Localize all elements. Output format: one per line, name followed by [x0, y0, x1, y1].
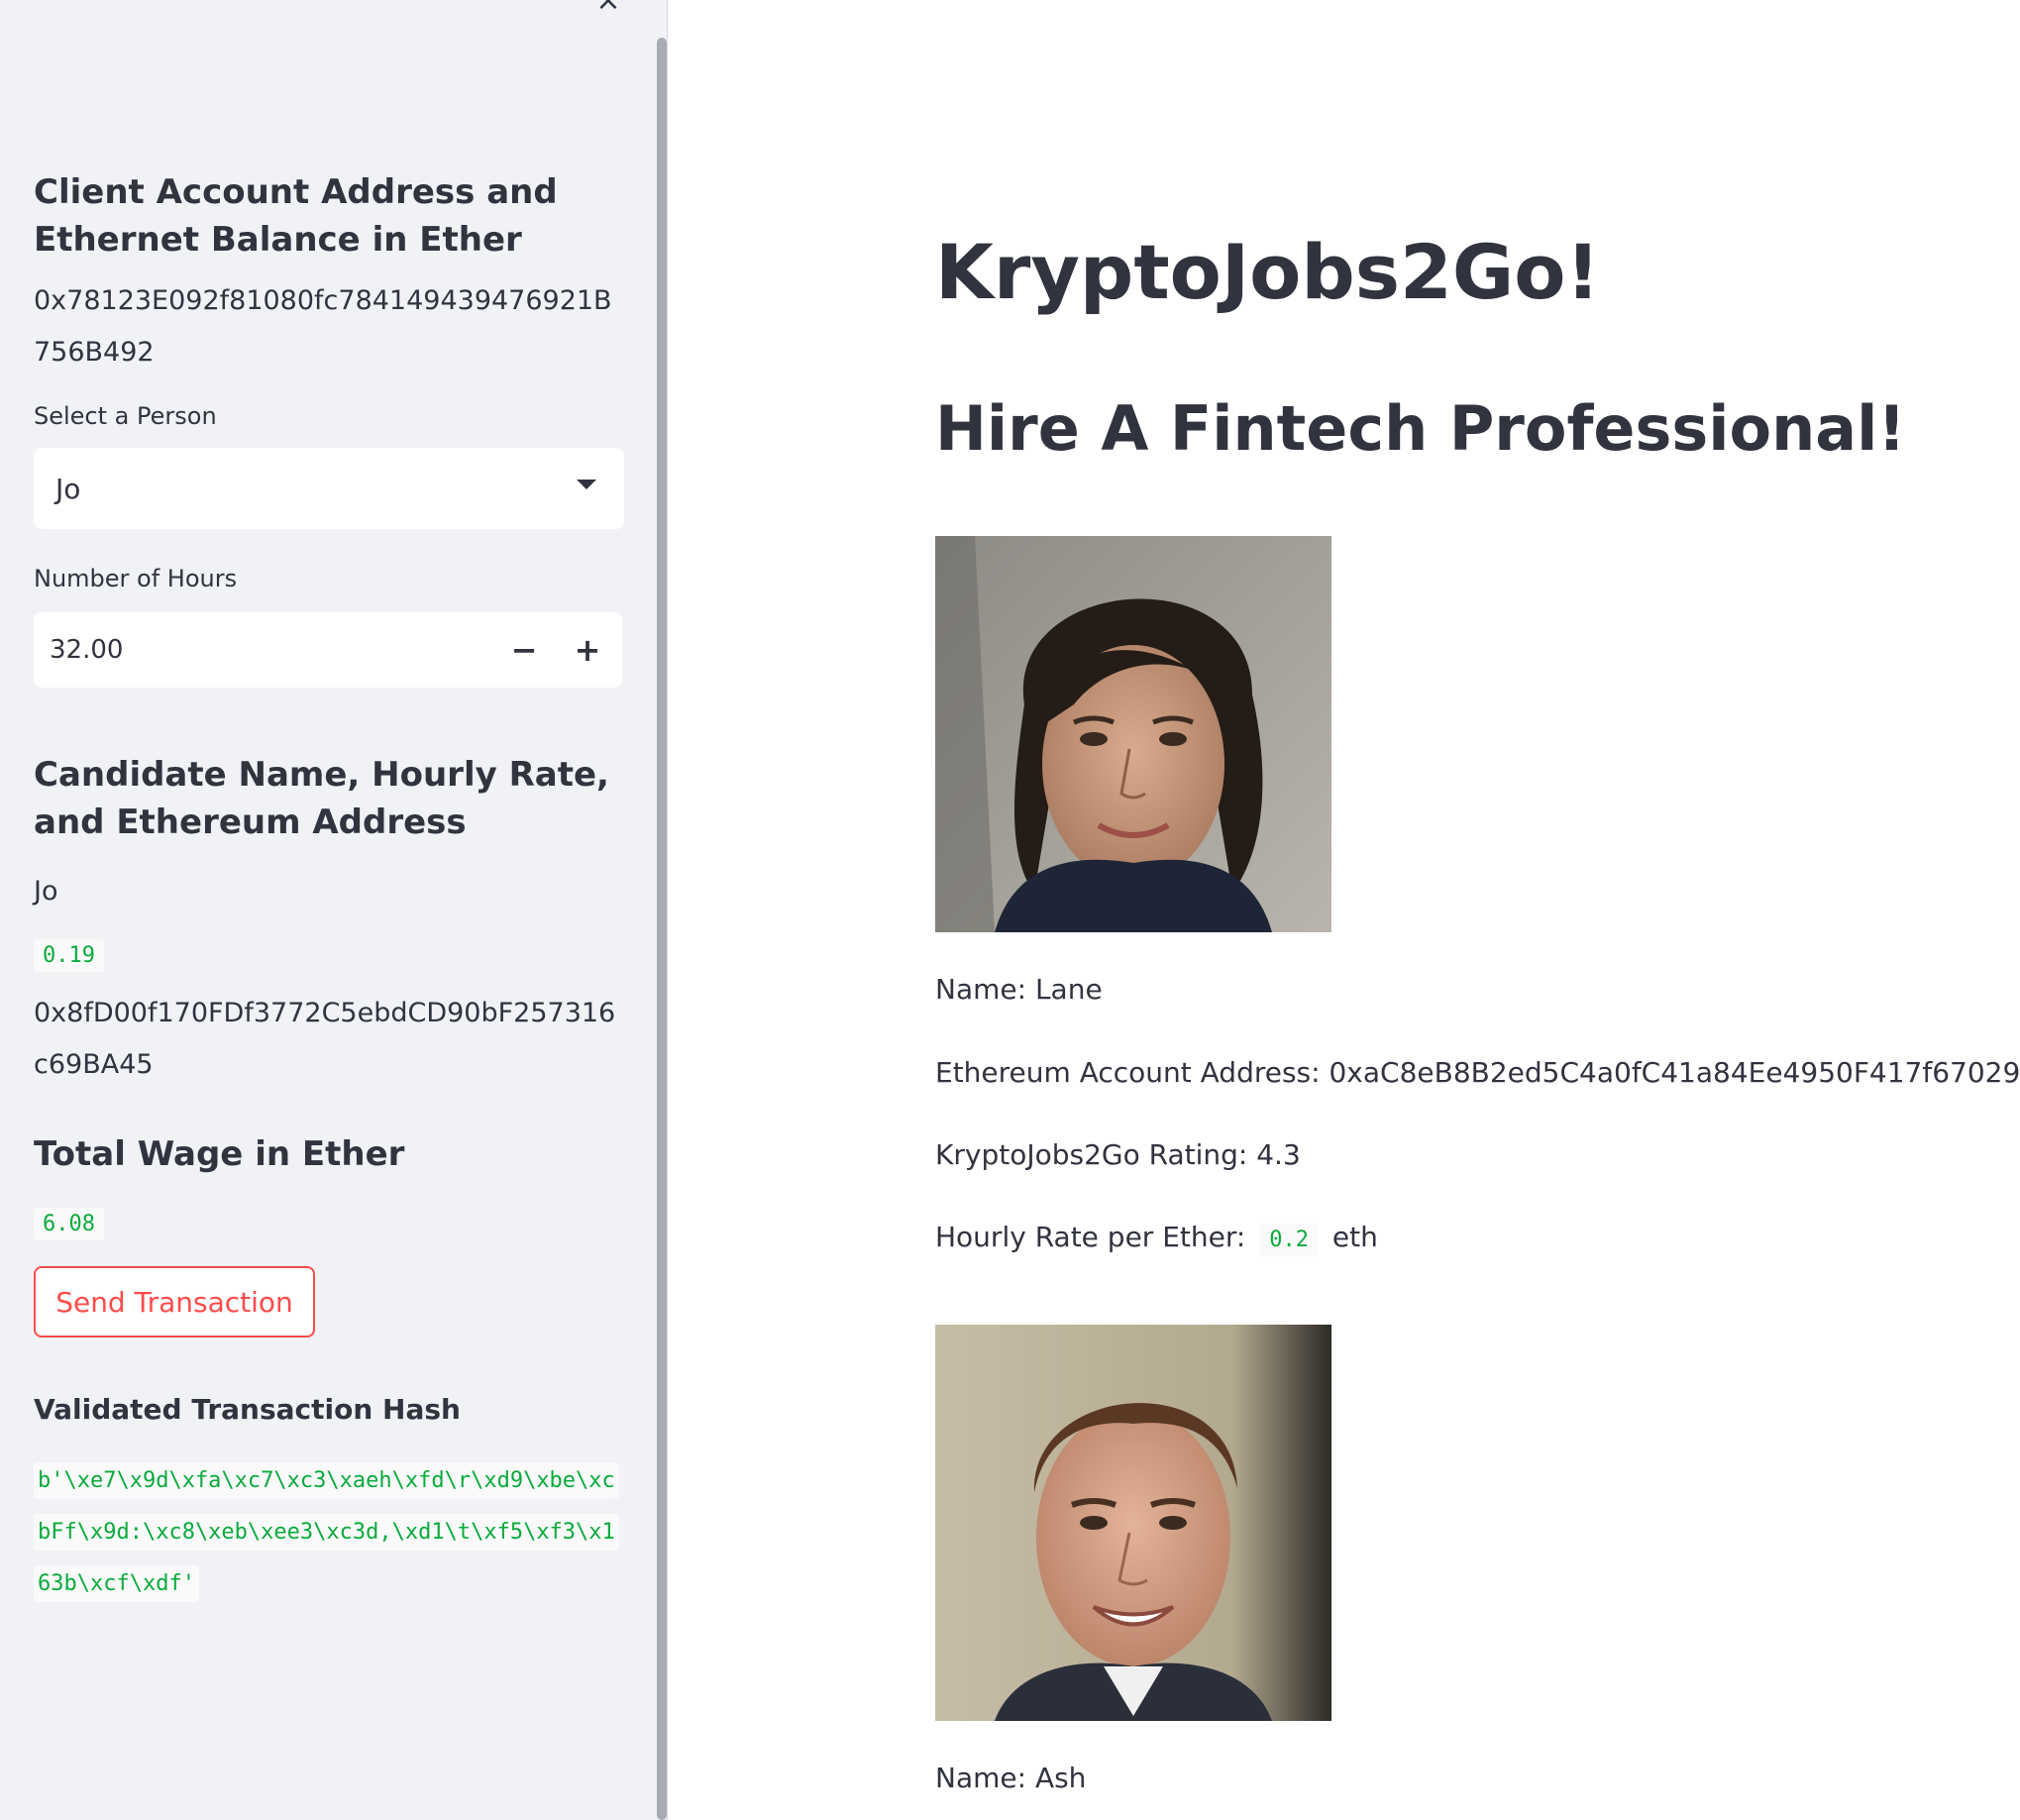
number-of-hours-label: Number of Hours	[34, 565, 238, 592]
candidate-address: 0x8fD00f170FDf3772C5ebdCD90bF257316c69BA…	[34, 998, 616, 1080]
candidate-photo	[935, 1325, 1331, 1721]
number-of-hours-value: 32.00	[50, 635, 124, 665]
sidebar-content: Client Account Address and Ethernet Bala…	[34, 168, 624, 1610]
hourly-rate-label: Hourly Rate per Ether:	[935, 1221, 1246, 1253]
close-icon[interactable]: ×	[590, 0, 626, 22]
hourly-rate-unit: eth	[1331, 1221, 1378, 1253]
select-person-label: Select a Person	[34, 402, 217, 430]
decrement-button[interactable]: −	[493, 612, 555, 688]
candidate-info-heading: Candidate Name, Hourly Rate, and Ethereu…	[34, 755, 609, 842]
select-person-value: Jo	[55, 472, 81, 505]
candidate-photo	[935, 536, 1331, 932]
number-of-hours-input[interactable]: 32.00 − +	[34, 612, 622, 688]
candidate-hourly-rate: Hourly Rate per Ether: 0.2 eth	[935, 1221, 1378, 1256]
validated-hash-label: Validated Transaction Hash	[34, 1393, 461, 1426]
chevron-down-icon	[577, 480, 596, 489]
total-wage-value: 6.08	[34, 1208, 104, 1240]
woman-portrait-image	[935, 536, 1331, 932]
send-transaction-button[interactable]: Send Transaction	[34, 1266, 315, 1338]
total-wage-heading: Total Wage in Ether	[34, 1134, 405, 1174]
page-title: KryptoJobs2Go!	[935, 228, 1601, 316]
candidate-rate: 0.19	[34, 939, 104, 972]
candidate-name: Name: Ash	[935, 1762, 1087, 1794]
candidate-rating: KryptoJobs2Go Rating: 4.3	[935, 1138, 1301, 1171]
select-person-dropdown[interactable]: Jo	[34, 448, 624, 529]
hourly-rate-value: 0.2	[1260, 1224, 1318, 1256]
client-account-heading: Client Account Address and Ethernet Bala…	[34, 172, 558, 260]
client-account-address: 0x78123E092f81080fc784149439476921B756B4…	[34, 285, 612, 368]
transaction-hash: b'\xe7\x9d\xfa\xc7\xc3\xaeh\xfd\r\xd9\xb…	[34, 1455, 619, 1610]
page-subtitle: Hire A Fintech Professional!	[935, 392, 1906, 465]
sidebar: × Client Account Address and Ethernet Ba…	[0, 0, 668, 1820]
man-portrait-image	[935, 1325, 1331, 1721]
sidebar-scrollbar[interactable]	[657, 38, 667, 1820]
increment-button[interactable]: +	[557, 612, 618, 688]
main-content: KryptoJobs2Go! Hire A Fintech Profession…	[935, 0, 2020, 1820]
candidate-name: Name: Lane	[935, 973, 1103, 1006]
candidate-ethereum-address: Ethereum Account Address: 0xaC8eB8B2ed5C…	[935, 1056, 2020, 1089]
transaction-hash-value: b'\xe7\x9d\xfa\xc7\xc3\xaeh\xfd\r\xd9\xb…	[34, 1462, 619, 1602]
candidate-name: Jo	[34, 876, 58, 907]
